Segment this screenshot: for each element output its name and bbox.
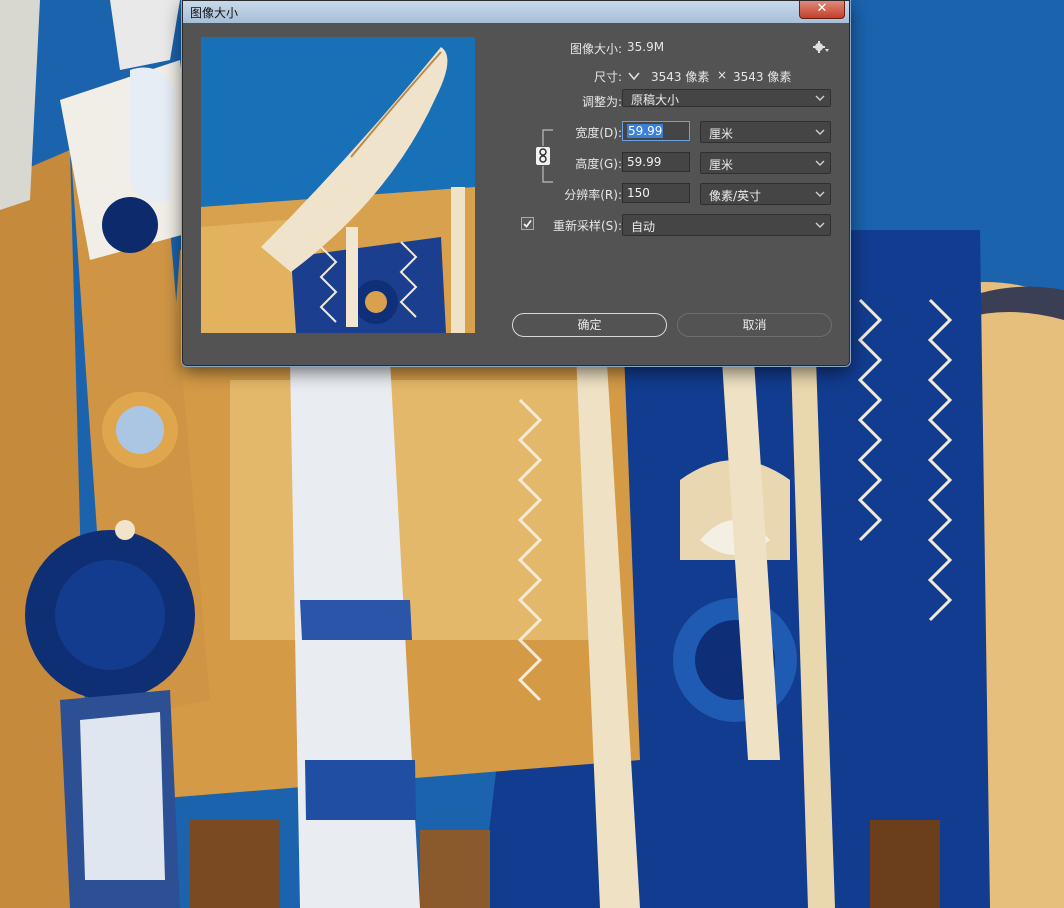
chevron-down-icon [815, 191, 825, 197]
height-label: 高度(G): [575, 157, 622, 171]
close-button[interactable]: ✕ [799, 1, 845, 19]
width-label: 宽度(D): [575, 126, 622, 140]
gear-icon[interactable] [812, 39, 830, 55]
fit-to-value: 原稿大小 [631, 93, 680, 107]
ok-button[interactable]: 确定 [512, 313, 667, 337]
image-size-value: 35.9M [627, 40, 665, 54]
resolution-value: 150 [627, 186, 650, 200]
cancel-button[interactable]: 取消 [677, 313, 832, 337]
resample-label: 重新采样(S): [552, 219, 622, 233]
image-preview[interactable] [201, 37, 475, 333]
width-value: 59.99 [627, 124, 664, 138]
height-value: 59.99 [627, 155, 662, 169]
height-unit: 厘米 [709, 158, 734, 172]
resolution-label: 分辨率(R): [564, 188, 622, 202]
width-unit: 厘米 [709, 127, 734, 141]
resolution-unit: 像素/英寸 [709, 189, 762, 203]
chevron-down-icon [815, 160, 825, 166]
dialog-titlebar[interactable]: 图像大小 ✕ [183, 1, 849, 23]
height-input[interactable]: 59.99 [622, 152, 690, 172]
dialog-title: 图像大小 [190, 6, 239, 20]
resolution-unit-dropdown[interactable]: 像素/英寸 [700, 183, 831, 205]
chevron-down-icon [815, 95, 825, 101]
dimensions-label: 尺寸: [593, 70, 622, 84]
fit-to-label: 调整为: [581, 95, 622, 109]
dimensions-width: 3543 像素 [651, 70, 710, 84]
chevron-down-icon [815, 222, 825, 228]
resample-value: 自动 [631, 220, 656, 234]
dimensions-height: 3543 像素 [733, 70, 792, 84]
width-unit-dropdown[interactable]: 厘米 [700, 121, 831, 143]
chevron-down-icon [815, 129, 825, 135]
width-input[interactable]: 59.99 [622, 121, 690, 141]
resample-dropdown[interactable]: 自动 [622, 214, 831, 236]
dialog-body: 图像大小: 35.9M 尺寸: 3543 像素 × 3543 像素 调整为: 原… [190, 23, 842, 357]
chevron-down-icon[interactable] [627, 68, 641, 82]
fit-to-dropdown[interactable]: 原稿大小 [622, 89, 831, 107]
height-unit-dropdown[interactable]: 厘米 [700, 152, 831, 174]
image-size-label: 图像大小: [569, 42, 622, 56]
close-icon: ✕ [816, 1, 828, 16]
ok-label: 确定 [577, 318, 602, 332]
dimensions-times: × [717, 68, 728, 82]
image-size-dialog: 图像大小 ✕ 图像大小: 35.9M 尺寸: 3543 像素 × 3543 像素… [182, 0, 850, 366]
cancel-label: 取消 [742, 318, 767, 332]
resolution-input[interactable]: 150 [622, 183, 690, 203]
